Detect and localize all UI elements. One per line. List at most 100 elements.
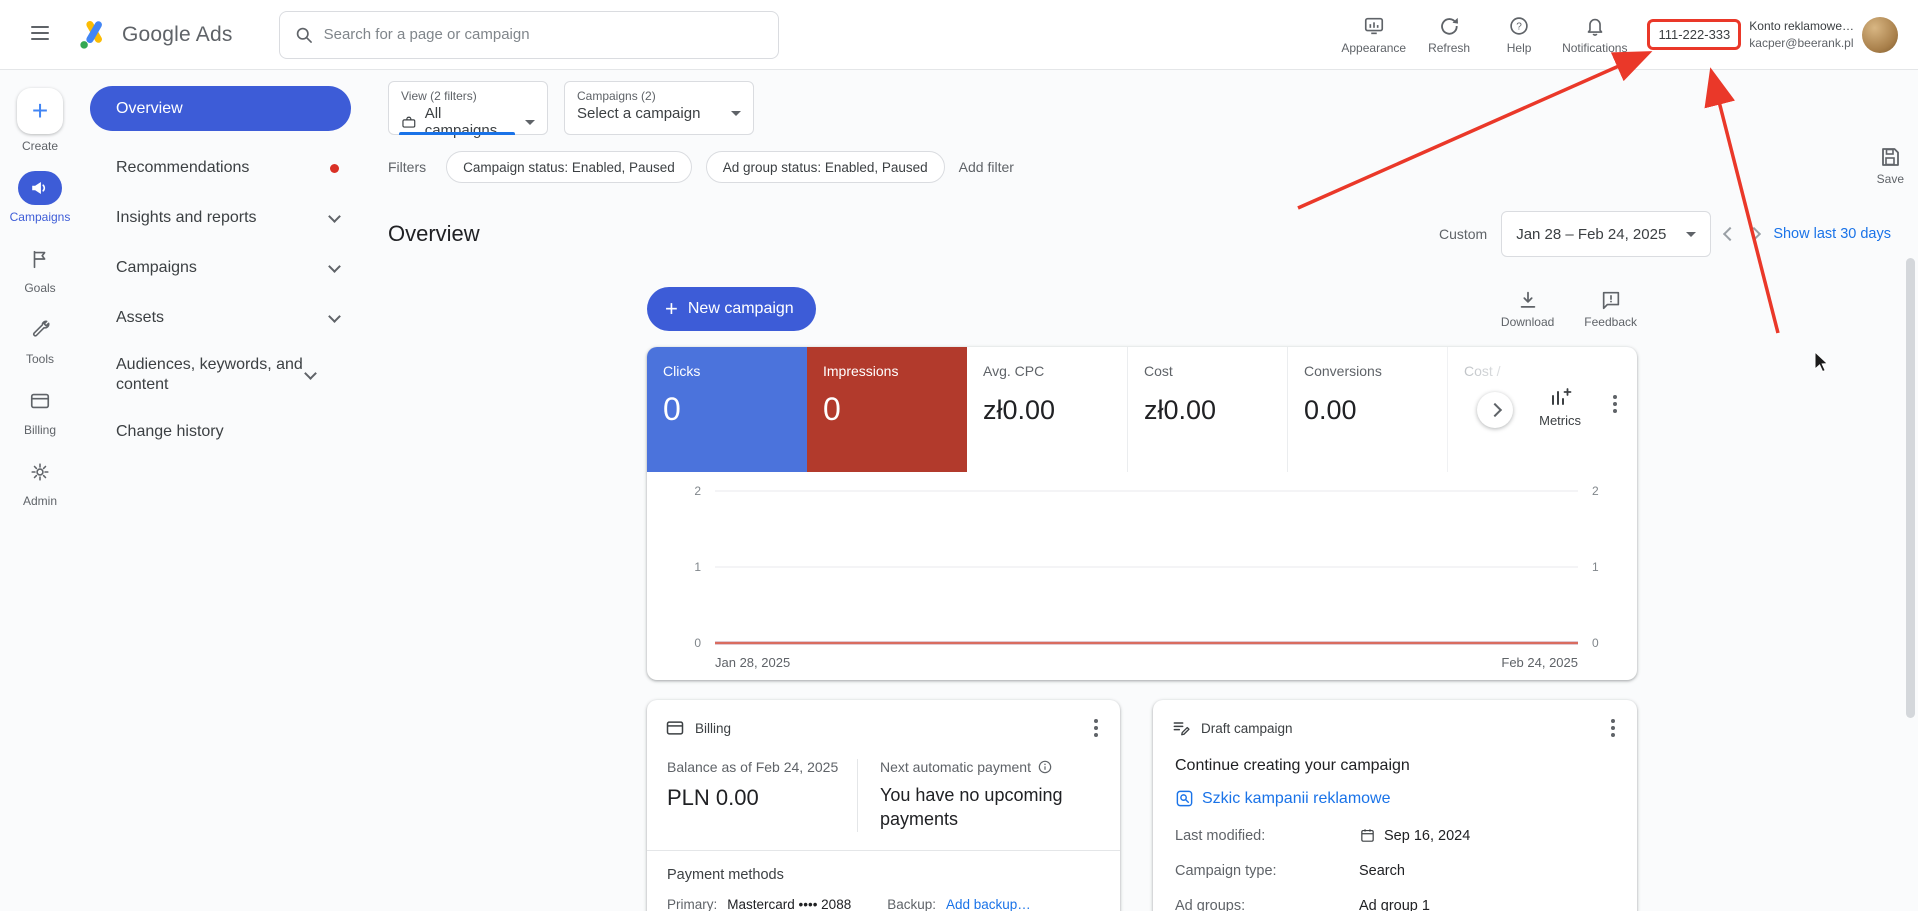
notifications-label: Notifications xyxy=(1562,40,1628,55)
sidebar-item-audiences[interactable]: Audiences, keywords, and content xyxy=(90,343,351,407)
rail-billing-label: Billing xyxy=(23,423,56,437)
billing-more-options-button[interactable] xyxy=(1090,715,1102,741)
draft-campaign-link-row[interactable]: Szkic kampanii reklamowe xyxy=(1153,775,1637,808)
svg-text:Jan 28, 2025: Jan 28, 2025 xyxy=(715,655,790,670)
metrics-button[interactable]: Metrics xyxy=(1539,385,1581,428)
svg-text:1: 1 xyxy=(694,560,701,574)
appearance-icon xyxy=(1364,17,1383,34)
draft-row-ad-groups: Ad groups: Ad group 1 xyxy=(1153,898,1637,911)
billing-card-icon xyxy=(666,721,684,735)
sidebar-campaigns-label: Campaigns xyxy=(116,259,197,276)
new-campaign-button[interactable]: + New campaign xyxy=(647,287,816,331)
metric-card-conversions[interactable]: Conversions 0.00 xyxy=(1287,347,1447,472)
help-icon: ? xyxy=(1510,16,1528,35)
row-label: Ad groups: xyxy=(1175,898,1246,911)
svg-text:Feb 24, 2025: Feb 24, 2025 xyxy=(1501,655,1578,670)
metric-label: Impressions xyxy=(823,363,899,379)
global-search[interactable] xyxy=(278,10,779,59)
row-label: Campaign type: xyxy=(1175,863,1277,879)
draft-more-options-button[interactable] xyxy=(1607,715,1619,741)
chevron-down-icon xyxy=(328,209,341,223)
sidebar-item-recommendations[interactable]: Recommendations xyxy=(90,143,351,193)
next-payment-value: You have no upcoming payments xyxy=(880,785,1063,830)
recommendations-badge-dot xyxy=(330,163,339,173)
vertical-scrollbar[interactable] xyxy=(1906,258,1915,718)
add-backup-link[interactable]: Add backup… xyxy=(946,897,1031,911)
topbar-actions: Appearance Refresh ? Help Notifications xyxy=(1335,11,1633,59)
sidebar-overview-label: Overview xyxy=(116,99,183,117)
feedback-button[interactable]: Feedback xyxy=(1584,289,1637,329)
view-selector[interactable]: View (2 filters) All campaigns xyxy=(388,81,548,139)
filter-chip-label: Ad group status: Enabled, Paused xyxy=(722,159,928,175)
previous-period-button[interactable] xyxy=(1723,226,1738,242)
sidebar-item-change-history[interactable]: Change history xyxy=(90,407,351,457)
info-icon[interactable] xyxy=(1037,759,1053,775)
metric-card-clicks[interactable]: Clicks 0 xyxy=(647,347,807,472)
rail-item-billing[interactable]: Billing xyxy=(18,384,62,437)
appearance-label: Appearance xyxy=(1341,40,1407,55)
add-filter-button[interactable]: Add filter xyxy=(959,159,1014,175)
account-name: Konto reklamowe… xyxy=(1749,19,1854,34)
rail-item-tools[interactable]: Tools xyxy=(18,313,62,366)
google-ads-logo[interactable]: Google Ads xyxy=(76,17,233,53)
rail-item-campaigns[interactable]: Campaigns xyxy=(10,171,70,224)
appearance-button[interactable]: Appearance xyxy=(1335,11,1412,59)
menu-button[interactable] xyxy=(26,21,54,49)
date-range-value: Jan 28 – Feb 24, 2025 xyxy=(1516,225,1667,243)
billing-card: Billing Balance as of Feb 24, 2025 PLN 0… xyxy=(647,700,1120,911)
svg-text:2: 2 xyxy=(1592,484,1599,498)
metric-card-avg-cpc[interactable]: Avg. CPC zł0.00 xyxy=(967,347,1127,472)
notifications-button[interactable]: Notifications xyxy=(1556,11,1633,59)
draft-card-title: Draft campaign xyxy=(1201,720,1293,736)
filters-label: Filters xyxy=(388,159,427,175)
sidebar-item-campaigns[interactable]: Campaigns xyxy=(90,243,351,293)
date-range-selector[interactable]: Jan 28 – Feb 24, 2025 xyxy=(1501,211,1712,257)
primary-card-value: Mastercard •••• 2088 xyxy=(727,896,852,911)
google-ads-logo-icon xyxy=(80,20,102,49)
metrics-button-label: Metrics xyxy=(1539,413,1581,428)
show-last-30-days-link[interactable]: Show last 30 days xyxy=(1773,226,1891,242)
account-text: Konto reklamowe… kacper@beerank.pl xyxy=(1749,18,1854,50)
panel-more-options-button[interactable] xyxy=(1609,391,1621,417)
draft-campaign-card: Draft campaign Continue creating your ca… xyxy=(1153,700,1637,911)
download-button[interactable]: Download xyxy=(1501,289,1554,329)
save-button[interactable]: Save xyxy=(1877,145,1904,186)
rail-item-goals[interactable]: Goals xyxy=(18,242,62,295)
balance-value: PLN 0.00 xyxy=(667,785,759,810)
metrics-panel: Clicks 0 Impressions 0 Avg. CPC zł0.00 C… xyxy=(647,347,1637,680)
date-mode-label: Custom xyxy=(1438,226,1488,242)
next-period-button[interactable] xyxy=(1747,226,1762,242)
next-metrics-button[interactable] xyxy=(1477,392,1513,428)
sidebar-item-assets[interactable]: Assets xyxy=(90,293,351,343)
row-value: Sep 16, 2024 xyxy=(1384,827,1471,844)
save-label: Save xyxy=(1876,172,1904,186)
rail-create-label: Create xyxy=(21,139,59,153)
create-plus-icon: + xyxy=(17,88,63,134)
filter-chip-campaign-status[interactable]: Campaign status: Enabled, Paused xyxy=(446,151,692,183)
billing-icon xyxy=(18,384,62,418)
row-label: Last modified: xyxy=(1175,827,1266,844)
search-input[interactable] xyxy=(323,26,764,43)
sidebar-item-insights-and-reports[interactable]: Insights and reports xyxy=(90,193,351,243)
search-icon xyxy=(296,27,312,43)
left-rail: + Create Campaigns Goals Tools Billing A… xyxy=(0,70,80,911)
refresh-button[interactable]: Refresh xyxy=(1416,11,1482,59)
metric-card-impressions[interactable]: Impressions 0 xyxy=(807,347,967,472)
metric-card-cost[interactable]: Cost zł0.00 xyxy=(1127,347,1287,472)
dropdown-arrow-icon xyxy=(525,119,535,125)
draft-campaign-link[interactable]: Szkic kampanii reklamowe xyxy=(1202,790,1391,808)
campaign-selector[interactable]: Campaigns (2) Select a campaign xyxy=(564,81,754,135)
filters-row: Filters Campaign status: Enabled, Paused… xyxy=(388,151,1918,183)
avatar[interactable] xyxy=(1862,16,1898,53)
refresh-icon xyxy=(1441,17,1459,35)
rail-item-admin[interactable]: Admin xyxy=(18,455,62,508)
sidebar: Overview Recommendations Insights and re… xyxy=(80,70,367,911)
rail-item-create[interactable]: + Create xyxy=(17,88,63,153)
plus-icon: + xyxy=(665,296,678,321)
primary-label: Primary: xyxy=(667,896,718,911)
backup-label: Backup: xyxy=(887,896,936,911)
filter-chip-ad-group-status[interactable]: Ad group status: Enabled, Paused xyxy=(705,151,945,183)
account-id[interactable]: 111-222-333 xyxy=(1647,19,1742,50)
help-button[interactable]: ? Help xyxy=(1486,11,1552,59)
sidebar-item-overview[interactable]: Overview xyxy=(90,86,351,131)
